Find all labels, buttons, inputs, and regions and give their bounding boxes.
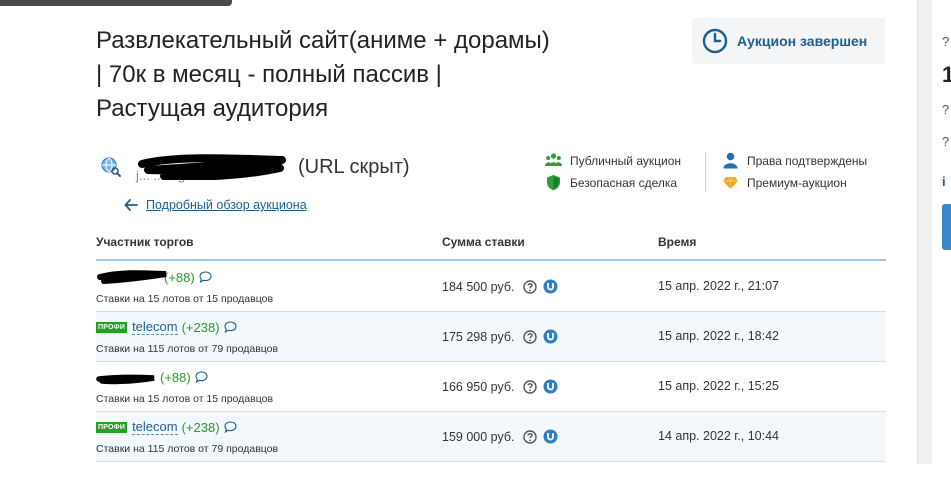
table-row: (+88) Ставки на 15 лотов от 15 продавцов… bbox=[96, 262, 886, 312]
auction-status-box: Аукцион завершен bbox=[692, 18, 885, 64]
feature-premium-auction: Премиум-аукцион bbox=[722, 174, 847, 191]
lot-url-row: j... ...ie.g... (URL скрыт) bbox=[100, 154, 410, 183]
pro-badge: ПРОФИ bbox=[96, 421, 128, 433]
bidder-name-redacted[interactable] bbox=[96, 269, 167, 285]
bidder-rating: (+88) bbox=[160, 369, 191, 385]
lot-title-line-2: | 70к в месяц - полный пассив | bbox=[96, 61, 442, 88]
bid-amount-cell: 166 950 руб. bbox=[442, 379, 558, 394]
bid-time: 15 апр. 2022 г., 15:25 bbox=[658, 379, 780, 393]
sidebar-number: 1 bbox=[942, 62, 951, 87]
chat-icon[interactable] bbox=[195, 371, 208, 383]
column-header-amount: Сумма ставки bbox=[442, 235, 525, 249]
help-icon[interactable] bbox=[522, 329, 537, 344]
person-icon bbox=[723, 152, 738, 169]
redaction-scribble bbox=[138, 154, 286, 180]
auction-overview-label: Подробный обзор аукциона bbox=[146, 198, 307, 212]
bidder-rating: (+238) bbox=[181, 319, 220, 335]
bid-amount-cell: 184 500 руб. bbox=[442, 279, 558, 294]
bid-type-icon[interactable] bbox=[543, 429, 558, 444]
feature-rights-confirmed-label: Права подтверждены bbox=[747, 153, 868, 168]
chat-icon[interactable] bbox=[223, 421, 237, 433]
bidder-line: ПРОФИ telecom (+238) bbox=[96, 319, 237, 335]
lot-url-link[interactable]: j... ...ie.g... bbox=[134, 154, 286, 183]
pro-badge: ПРОФИ bbox=[96, 321, 128, 333]
bidder-name-redacted[interactable] bbox=[96, 369, 156, 385]
lot-title-line-1: Развлекательный сайт(аниме + дорамы) bbox=[96, 27, 550, 54]
right-sidebar-fragment: ? 1 ? ? i bbox=[917, 0, 951, 464]
bid-type-icon[interactable] bbox=[543, 379, 558, 394]
bid-amount: 184 500 руб. bbox=[442, 279, 515, 294]
lot-title: Развлекательный сайт(аниме + дорамы) | 7… bbox=[96, 24, 616, 126]
bid-type-icon[interactable] bbox=[543, 329, 558, 344]
table-row: ПРОФИ telecom (+238) Ставки на 115 лотов… bbox=[96, 312, 886, 362]
help-icon[interactable] bbox=[522, 429, 537, 444]
bidder-line: (+88) bbox=[96, 269, 212, 285]
bid-amount-cell: 175 298 руб. bbox=[442, 329, 558, 344]
bid-type-icon[interactable] bbox=[543, 279, 558, 294]
column-header-bidder: Участник торгов bbox=[96, 235, 194, 249]
sidebar-help-icon[interactable]: ? bbox=[942, 102, 949, 117]
users-icon bbox=[545, 153, 562, 166]
bidder-rating: (+238) bbox=[181, 419, 220, 435]
bidder-stats: Ставки на 115 лотов от 79 продавцов bbox=[96, 443, 279, 455]
redaction-scribble bbox=[97, 270, 167, 284]
shield-icon bbox=[547, 175, 560, 191]
table-row: (+88) Ставки на 15 лотов от 15 продавцов… bbox=[96, 362, 886, 412]
features-divider bbox=[705, 152, 706, 192]
feature-public-auction-label: Публичный аукцион bbox=[570, 153, 682, 168]
sidebar-help-icon[interactable]: ? bbox=[942, 134, 949, 149]
arrow-left-icon bbox=[124, 199, 138, 211]
feature-safe-deal: Безопасная сделка bbox=[545, 174, 677, 191]
help-icon[interactable] bbox=[522, 279, 537, 294]
globe-search-icon bbox=[101, 157, 121, 177]
auction-status-label: Аукцион завершен bbox=[737, 33, 868, 49]
bidder-stats: Ставки на 15 лотов от 15 продавцов bbox=[96, 393, 274, 405]
feature-public-auction: Публичный аукцион bbox=[545, 152, 681, 169]
bid-amount: 159 000 руб. bbox=[442, 429, 515, 444]
bidder-line: ПРОФИ telecom (+238) bbox=[96, 419, 237, 435]
bid-time: 15 апр. 2022 г., 18:42 bbox=[658, 329, 780, 343]
sidebar-info-icon[interactable]: i bbox=[942, 174, 946, 189]
redaction-scribble bbox=[96, 374, 155, 385]
sidebar-action-button[interactable] bbox=[942, 204, 951, 250]
bidder-name[interactable]: telecom bbox=[132, 319, 178, 335]
chat-icon[interactable] bbox=[199, 271, 212, 283]
bidder-rating: (+88) bbox=[164, 269, 195, 285]
lot-title-line-3: Растущая аудитория bbox=[96, 95, 329, 122]
bid-time: 14 апр. 2022 г., 10:44 bbox=[658, 429, 780, 443]
feature-safe-deal-label: Безопасная сделка bbox=[570, 175, 678, 190]
bid-amount: 175 298 руб. bbox=[442, 329, 515, 344]
bidder-stats: Ставки на 15 лотов от 15 продавцов bbox=[96, 293, 274, 305]
url-hidden-label: (URL скрыт) bbox=[298, 155, 410, 178]
diamond-icon bbox=[723, 176, 738, 189]
bid-amount: 166 950 руб. bbox=[442, 379, 515, 394]
bidder-stats: Ставки на 115 лотов от 79 продавцов bbox=[96, 343, 279, 355]
sidebar-help-icon[interactable]: ? bbox=[942, 34, 949, 49]
clock-icon bbox=[702, 28, 728, 54]
top-bar-fragment bbox=[0, 0, 232, 6]
table-row: ПРОФИ telecom (+238) Ставки на 115 лотов… bbox=[96, 412, 886, 462]
feature-rights-confirmed: Права подтверждены bbox=[722, 152, 867, 169]
bid-time: 15 апр. 2022 г., 21:07 bbox=[658, 279, 780, 293]
bids-table-header: Участник торгов Сумма ставки Время bbox=[96, 233, 886, 261]
chat-icon[interactable] bbox=[223, 321, 237, 333]
bidder-line: (+88) bbox=[96, 369, 208, 385]
column-header-time: Время bbox=[658, 235, 697, 249]
bidder-name[interactable]: telecom bbox=[132, 419, 178, 435]
auction-overview-link[interactable]: Подробный обзор аукциона bbox=[124, 198, 307, 212]
bid-amount-cell: 159 000 руб. bbox=[442, 429, 558, 444]
help-icon[interactable] bbox=[522, 379, 537, 394]
feature-premium-auction-label: Премиум-аукцион bbox=[747, 175, 847, 190]
